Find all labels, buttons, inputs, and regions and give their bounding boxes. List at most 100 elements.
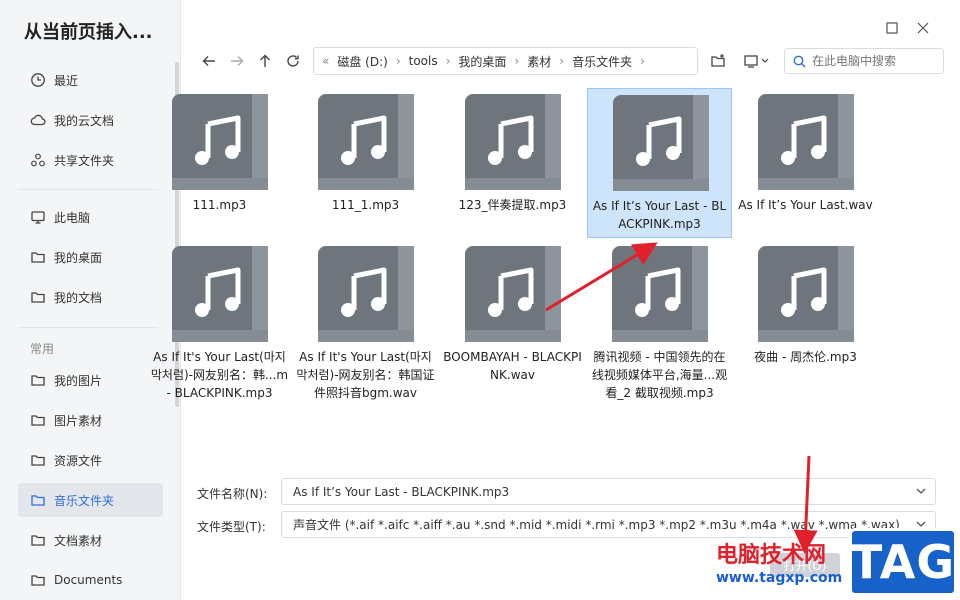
chevron-double-left-icon[interactable]: « xyxy=(322,54,329,68)
music-file-icon xyxy=(613,95,709,191)
breadcrumb-item[interactable]: 音乐文件夹 xyxy=(564,53,640,70)
sidebar-item-image-assets[interactable]: 图片素材 xyxy=(18,403,163,437)
sidebar-item-label: 我的桌面 xyxy=(54,250,103,265)
music-file-icon xyxy=(758,94,854,190)
music-file-icon xyxy=(318,246,414,342)
view-mode-button[interactable] xyxy=(741,50,773,72)
maximize-icon xyxy=(886,22,898,34)
breadcrumb[interactable]: « 磁盘 (D:) › tools › 我的桌面 › 素材 › 音乐文件夹 › xyxy=(313,47,698,75)
file-item[interactable]: 123_伴奏提取.mp3 xyxy=(440,88,585,238)
sidebar-item-label: Documents xyxy=(54,573,123,587)
music-file-icon xyxy=(612,246,708,342)
folder-icon xyxy=(31,535,45,546)
arrow-right-icon xyxy=(231,56,244,66)
sidebar-item-recent[interactable]: 最近 xyxy=(18,63,163,97)
sidebar-item-shared[interactable]: 共享文件夹 xyxy=(18,143,163,177)
file-item[interactable]: As If It’s Your Last - BLACKPINK.mp3 xyxy=(587,88,732,238)
sidebar-item-pictures[interactable]: 我的图片 xyxy=(18,363,163,397)
folder-icon xyxy=(31,495,45,506)
file-item[interactable]: As If It's Your Last(마지막처럼)-网友别名：韩...m -… xyxy=(147,240,292,400)
breadcrumb-item[interactable]: 磁盘 (D:) xyxy=(329,53,395,70)
up-button[interactable] xyxy=(255,51,275,71)
sidebar-item-documents[interactable]: 我的文档 xyxy=(18,280,163,314)
view-mode-icon xyxy=(744,55,769,68)
new-folder-button[interactable] xyxy=(707,50,729,72)
sidebar-item-music-folder[interactable]: 音乐文件夹 xyxy=(18,483,163,517)
dialog-title: 从当前页插入... xyxy=(24,22,153,43)
filetype-value[interactable]: 声音文件 (*.aif *.aifc *.aiff *.au *.snd *.m… xyxy=(293,516,900,533)
forward-button[interactable] xyxy=(227,51,247,71)
filetype-label: 文件类型(T): xyxy=(197,520,266,534)
file-name: As If It's Your Last(마지막처럼)-网友别名：韩...m -… xyxy=(150,350,289,400)
folder-icon xyxy=(31,375,45,386)
file-name: 123_伴奏提取.mp3 xyxy=(458,198,567,212)
filename-input[interactable]: As If It’s Your Last - BLACKPINK.mp3 xyxy=(281,478,936,505)
sidebar-item-cloud-docs[interactable]: 我的云文档 xyxy=(18,103,163,137)
new-folder-icon xyxy=(711,54,725,67)
file-name: 腾讯视频 - 中国领先的在线视频媒体平台,海量...观看_2 截取视频.mp3 xyxy=(591,350,728,400)
file-name: As If It’s Your Last.wav xyxy=(738,198,873,212)
music-file-icon xyxy=(172,246,268,342)
refresh-button[interactable] xyxy=(283,51,303,71)
file-name: BOOMBAYAH - BLACKPINK.wav xyxy=(443,350,582,382)
music-file-icon xyxy=(465,94,561,190)
breadcrumb-item[interactable]: 素材 xyxy=(519,53,559,70)
close-button[interactable] xyxy=(913,18,933,38)
folder-icon xyxy=(31,455,45,466)
folder-icon xyxy=(31,575,45,586)
tag-logo: TAG xyxy=(849,528,957,596)
file-item[interactable]: 夜曲 - 周杰伦.mp3 xyxy=(733,240,878,390)
filename-value[interactable]: As If It’s Your Last - BLACKPINK.mp3 xyxy=(293,485,509,499)
sidebar-item-label: 此电脑 xyxy=(54,210,91,225)
file-item[interactable]: 腾讯视频 - 中国领先的在线视频媒体平台,海量...观看_2 截取视频.mp3 xyxy=(587,240,732,400)
music-file-icon xyxy=(172,94,268,190)
sidebar-item-documents-en[interactable]: Documents xyxy=(18,563,163,597)
section-label: 常用 xyxy=(30,342,55,356)
sidebar-item-desktop[interactable]: 我的桌面 xyxy=(18,240,163,274)
sidebar-item-resources[interactable]: 资源文件 xyxy=(18,443,163,477)
breadcrumb-item[interactable]: 我的桌面 xyxy=(450,53,514,70)
file-item[interactable]: 111_1.mp3 xyxy=(293,88,438,238)
music-file-icon xyxy=(318,94,414,190)
folder-icon xyxy=(31,292,45,303)
file-name: As If It’s Your Last - BLACKPINK.mp3 xyxy=(592,199,727,231)
filename-label: 文件名称(N): xyxy=(197,487,268,501)
maximize-button[interactable] xyxy=(882,18,902,38)
divider xyxy=(18,327,158,328)
file-item[interactable]: 111.mp3 xyxy=(147,88,292,238)
watermark-text: 电脑技术网 xyxy=(716,542,827,568)
filetype-select[interactable]: 声音文件 (*.aif *.aifc *.aiff *.au *.snd *.m… xyxy=(281,511,936,538)
chevron-down-icon[interactable] xyxy=(915,485,927,497)
sidebar-item-doc-assets[interactable]: 文档素材 xyxy=(18,523,163,557)
search-input[interactable] xyxy=(812,54,932,68)
sidebar-item-label: 共享文件夹 xyxy=(54,153,115,168)
sidebar-item-label: 文档素材 xyxy=(54,533,103,548)
music-file-icon xyxy=(758,246,854,342)
share-icon xyxy=(31,153,45,167)
monitor-icon xyxy=(31,211,45,224)
search-icon xyxy=(793,55,806,67)
sidebar-item-label: 我的图片 xyxy=(54,373,103,388)
sidebar-item-this-pc[interactable]: 此电脑 xyxy=(18,200,163,234)
file-name: 111.mp3 xyxy=(192,198,247,212)
folder-icon xyxy=(31,415,45,426)
file-item[interactable]: As If It’s Your Last.wav xyxy=(733,88,878,238)
file-name: 夜曲 - 周杰伦.mp3 xyxy=(754,350,857,364)
divider xyxy=(18,189,158,190)
arrow-up-icon xyxy=(260,54,270,67)
search-box[interactable] xyxy=(784,48,944,74)
back-button[interactable] xyxy=(199,51,219,71)
refresh-icon xyxy=(287,55,299,67)
breadcrumb-item[interactable]: tools xyxy=(401,54,446,68)
arrow-left-icon xyxy=(202,56,215,66)
file-item[interactable]: BOOMBAYAH - BLACKPINK.wav xyxy=(440,240,585,390)
file-name: As If It's Your Last(마지막처럼)-网友别名：韩国证件照抖音… xyxy=(296,350,435,400)
watermark-url: www.tagxp.com xyxy=(716,570,843,586)
music-file-icon xyxy=(465,246,561,342)
clock-icon xyxy=(31,73,45,87)
sidebar-item-label: 最近 xyxy=(54,73,79,88)
chevron-right-icon: › xyxy=(640,54,645,68)
file-name: 111_1.mp3 xyxy=(331,198,400,212)
file-item[interactable]: As If It's Your Last(마지막처럼)-网友别名：韩国证件照抖音… xyxy=(293,240,438,400)
sidebar-item-label: 我的云文档 xyxy=(54,113,115,128)
